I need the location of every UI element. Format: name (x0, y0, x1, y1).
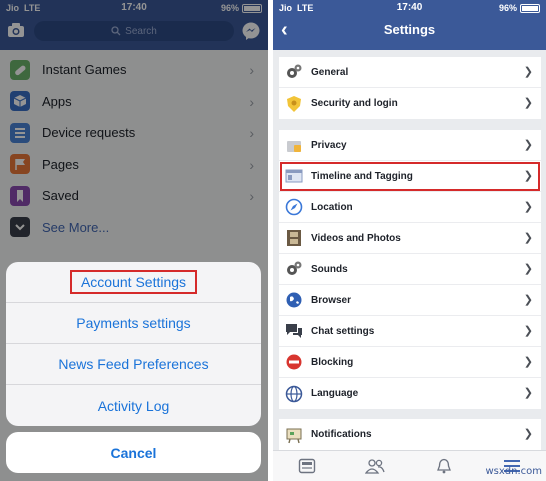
settings-row-label: Security and login (311, 98, 398, 109)
settings-row-label: Videos and Photos (311, 232, 401, 244)
chevron-right-icon: ❯ (523, 356, 533, 368)
privacy-lock-icon (285, 136, 303, 154)
settings-row-label: Location (311, 201, 353, 213)
battery-indicator: 96% (499, 3, 540, 13)
chevron-right-icon: ❯ (523, 325, 533, 337)
settings-group-notifications: Notifications ❯ (279, 419, 541, 450)
friends-tab-icon[interactable] (363, 456, 387, 476)
settings-group-privacy: Privacy ❯ Timeline and Tagging ❯ Locatio… (279, 130, 541, 409)
chevron-right-icon: ❯ (523, 428, 533, 440)
account-settings-button[interactable]: Account Settings (6, 262, 261, 303)
chevron-right-icon: ❯ (523, 294, 533, 306)
settings-row-browser[interactable]: Browser ❯ (279, 285, 541, 316)
chevron-right-icon: ❯ (523, 263, 533, 275)
news-feed-preferences-button[interactable]: News Feed Preferences (6, 344, 261, 385)
settings-row-timeline-tagging[interactable]: Timeline and Tagging ❯ (279, 161, 541, 192)
sheet-item-label: Activity Log (97, 397, 170, 414)
cancel-button[interactable]: Cancel (6, 432, 261, 473)
left-screen: Jio LTE 17:40 96% Search Instant Games ›… (0, 0, 268, 481)
timeline-icon (285, 167, 303, 185)
chevron-right-icon: ❯ (523, 170, 533, 182)
chevron-right-icon: ❯ (523, 97, 533, 109)
settings-row-language[interactable]: Language ❯ (279, 378, 541, 409)
settings-row-label: Blocking (311, 356, 354, 368)
battery-icon (520, 3, 540, 13)
settings-row-security[interactable]: Security and login ❯ (279, 88, 541, 119)
settings-row-label: General (311, 66, 349, 78)
chevron-right-icon: ❯ (523, 66, 533, 78)
settings-row-label: Language (311, 388, 359, 399)
settings-row-chat[interactable]: Chat settings ❯ (279, 316, 541, 347)
chevron-right-icon: ❯ (523, 232, 533, 244)
right-screen: Jio LTE 17:40 96% ‹ Settings General ❯ S… (273, 0, 546, 481)
settings-row-notifications[interactable]: Notifications ❯ (279, 419, 541, 450)
action-sheet: Account Settings Payments settings News … (6, 262, 261, 426)
chat-bubbles-icon (285, 322, 303, 340)
settings-row-label: Timeline and Tagging (311, 170, 413, 182)
location-compass-icon (285, 198, 303, 216)
film-icon (285, 229, 303, 247)
notifications-bell-icon[interactable] (432, 456, 456, 476)
page-title: Settings (383, 22, 436, 37)
chevron-right-icon: ❯ (523, 139, 533, 151)
notification-board-icon (285, 426, 303, 444)
sheet-item-label: Payments settings (76, 315, 191, 331)
settings-row-label: Browser (311, 294, 352, 306)
gears-icon (285, 260, 303, 278)
news-feed-tab-icon[interactable] (295, 456, 319, 476)
settings-row-label: Notifications (311, 429, 372, 440)
watermark: wsxdn.com (485, 466, 542, 477)
settings-row-label: Chat settings (311, 325, 375, 337)
settings-group-account: General ❯ Security and login ❯ (279, 57, 541, 119)
settings-row-label: Sounds (311, 263, 348, 275)
sheet-item-label: Account Settings (69, 270, 198, 294)
settings-row-privacy[interactable]: Privacy ❯ (279, 130, 541, 161)
payments-settings-button[interactable]: Payments settings (6, 303, 261, 344)
language-globe-icon (285, 385, 303, 403)
block-icon (285, 353, 303, 371)
settings-row-location[interactable]: Location ❯ (279, 192, 541, 223)
chevron-right-icon: ❯ (523, 387, 533, 399)
globe-icon (285, 291, 303, 309)
shield-icon (285, 95, 303, 113)
settings-row-blocking[interactable]: Blocking ❯ (279, 347, 541, 378)
settings-row-general[interactable]: General ❯ (279, 57, 541, 88)
settings-row-sounds[interactable]: Sounds ❯ (279, 254, 541, 285)
chevron-right-icon: ❯ (523, 201, 533, 213)
activity-log-button[interactable]: Activity Log (6, 385, 261, 426)
settings-header: Jio LTE 17:40 96% ‹ Settings (273, 0, 546, 50)
gears-icon (285, 63, 303, 81)
sheet-item-label: News Feed Preferences (58, 356, 209, 372)
settings-row-label: Privacy (311, 139, 347, 151)
status-bar: Jio LTE 17:40 96% (273, 0, 546, 16)
settings-row-videos-photos[interactable]: Videos and Photos ❯ (279, 223, 541, 254)
